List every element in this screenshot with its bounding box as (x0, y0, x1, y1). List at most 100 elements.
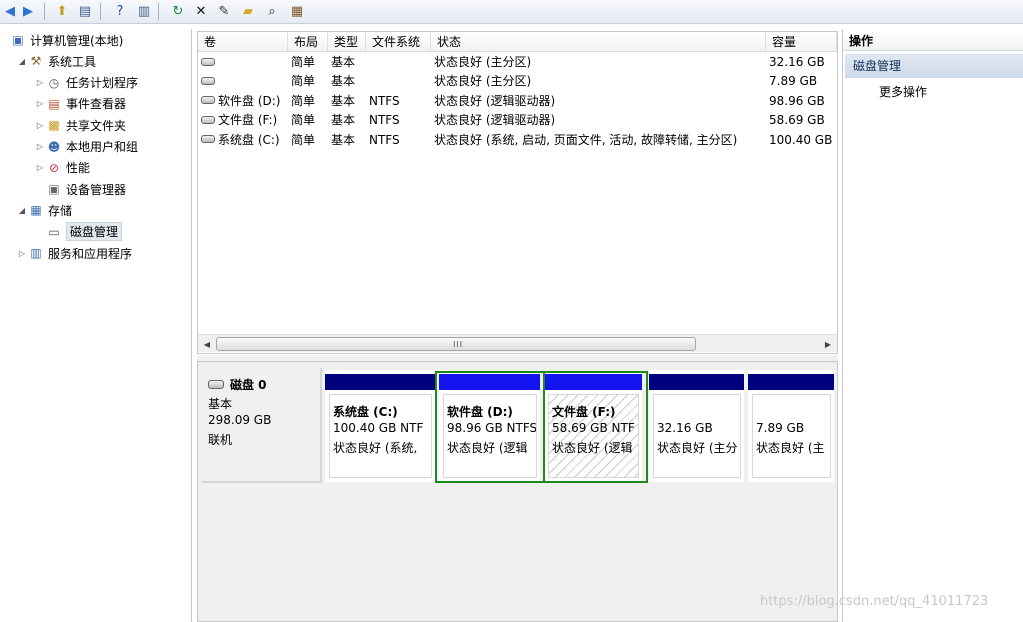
cell-status: 状态良好 (逻辑驱动器) (434, 93, 556, 108)
tree-node-icon: ⊘ (48, 160, 60, 175)
cell-capacity: 32.16 GB (769, 55, 825, 69)
disk-0-state: 联机 (208, 433, 233, 447)
cell-status: 状态良好 (逻辑驱动器) (434, 113, 556, 128)
tree-event-viewer[interactable]: ▷ ▤ 事件查看器 (34, 94, 126, 114)
volume-icon (201, 57, 215, 66)
tree-node-icon: ▣ (12, 33, 24, 47)
cell-layout: 简单 (291, 55, 316, 69)
toolbar-separator (44, 3, 45, 20)
tree-services-apps[interactable]: ▷ ▥ 服务和应用程序 (16, 243, 132, 263)
tree-node-icon: ⚒ (30, 54, 42, 69)
volume-icon (201, 76, 215, 85)
table-row[interactable]: 简单 基本 状态良好 (主分区) 32.16 GB (198, 53, 837, 72)
cell-type: 基本 (331, 113, 356, 128)
cell-capacity: 7.89 GB (769, 74, 818, 89)
tree-device-manager[interactable]: ▣ 设备管理器 (34, 179, 126, 199)
column-header[interactable]: 卷 (198, 32, 288, 52)
partition-color-bar (748, 374, 834, 390)
tree-node-icon: ▥ (30, 246, 42, 260)
disk-0-info[interactable]: 磁盘 0 基本 298.09 GB 联机 (202, 368, 322, 483)
show-hide-action-icon[interactable]: ▥ (134, 2, 154, 21)
column-header[interactable]: 布局 (288, 32, 328, 52)
tree-task-scheduler[interactable]: ▷ ◷ 任务计划程序 (34, 73, 138, 93)
table-row[interactable]: 系统盘 (C:) 简单 基本 NTFS 状态良好 (系统, 启动, 页面文件, 活动, … (198, 131, 837, 150)
partition-size: 32.16 GB (657, 421, 713, 435)
horizontal-scrollbar[interactable]: ◀ III ▶ (198, 334, 837, 352)
column-header[interactable]: 类型 (328, 32, 366, 52)
watermark: https://blog.csdn.net/qq_41011723 (760, 594, 989, 609)
search-icon[interactable]: ⌕ (262, 2, 282, 21)
scroll-right-icon[interactable]: ▶ (819, 335, 837, 353)
tree-expander-icon[interactable]: ▷ (34, 78, 46, 87)
scrollbar-grip: III (453, 340, 464, 349)
refresh-icon[interactable]: ↻ (168, 2, 188, 21)
tree-node-icon: ☻ (47, 139, 61, 154)
volume-name: 系统盘 (C:) (218, 132, 280, 147)
partition-block[interactable]: 系统盘 (C:) 100.40 GB NTF 状态良好 (系统, (325, 370, 435, 482)
tree-node-icon: ▭ (48, 224, 60, 239)
properties-icon[interactable]: ✎ (214, 2, 234, 21)
toolbar-separator (158, 3, 159, 20)
cell-status: 状态良好 (系统, 启动, 页面文件, 活动, 故障转储, 主分区) (434, 132, 738, 147)
help-icon[interactable]: ? (110, 2, 130, 21)
tree-system-tools[interactable]: ◢ ⚒ 系统工具 (16, 51, 96, 71)
disk-0-size: 298.09 GB (208, 413, 272, 427)
tree-expander-icon[interactable]: ▷ (34, 163, 46, 172)
cell-layout: 简单 (291, 113, 316, 128)
volume-name: 软件盘 (D:) (218, 93, 281, 108)
cell-volume: 系统盘 (C:) (198, 131, 288, 150)
partition-block[interactable]: 7.89 GB 状态良好 (主 (748, 370, 834, 482)
tree-node-label: 计算机管理(本地) (30, 33, 124, 48)
actions-pane: 操作 磁盘管理 更多操作 (842, 29, 1023, 622)
partition-body: 7.89 GB 状态良好 (主 (752, 394, 831, 478)
table-row[interactable]: 文件盘 (F:) 简单 基本 NTFS 状态良好 (逻辑驱动器) 58.69 GB (198, 111, 837, 130)
tree-local-users[interactable]: ▷ ☻ 本地用户和组 (34, 137, 138, 157)
tree-expander-icon[interactable]: ▷ (34, 99, 46, 108)
wizard-icon[interactable]: ▦ (287, 2, 307, 21)
column-header[interactable]: 状态 (431, 32, 766, 52)
scroll-left-icon[interactable]: ◀ (198, 335, 216, 353)
volume-list-header: 卷布局 类型 文件系统 状态 容量 (198, 32, 837, 52)
tree-expander-icon[interactable]: ◢ (16, 206, 28, 215)
partition-body: 系统盘 (C:) 100.40 GB NTF 状态良好 (系统, (329, 394, 432, 478)
tree-disk-management[interactable]: ▭ 磁盘管理 (34, 222, 123, 242)
show-hide-tree-icon[interactable]: ▤ (75, 2, 95, 21)
forward-arrow-icon[interactable]: ▶ (18, 2, 38, 21)
tree-root-computer-management[interactable]: ▣ 计算机管理(本地) (0, 30, 123, 50)
column-header[interactable]: 文件系统 (366, 32, 431, 52)
delete-icon[interactable]: ✕ (191, 2, 211, 21)
volume-name: 文件盘 (F:) (218, 113, 278, 128)
tree-expander-icon[interactable]: ▷ (16, 249, 28, 258)
cell-fs (366, 72, 431, 91)
disk-0-name: 磁盘 0 (230, 378, 267, 392)
more-actions-link[interactable]: 更多操作 (879, 82, 927, 102)
cell-layout: 简单 (291, 74, 316, 89)
up-folder-icon[interactable]: ⬆ (52, 2, 72, 21)
back-arrow-icon[interactable]: ◀ (0, 2, 20, 21)
column-header[interactable]: 容量 (766, 32, 837, 52)
cell-volume: 软件盘 (D:) (198, 92, 288, 111)
cell-volume (198, 72, 288, 91)
table-row[interactable]: 简单 基本 状态良好 (主分区) 7.89 GB (198, 72, 837, 91)
table-row[interactable]: 软件盘 (D:) 简单 基本 NTFS 状态良好 (逻辑驱动器) 98.96 GB (198, 92, 837, 111)
volume-list: 卷布局 类型 文件系统 状态 容量 简单 基本 状态良好 (主分区) 32.16 GB 简单 基本… (197, 31, 838, 354)
cell-volume (198, 53, 288, 72)
tree-expander-icon[interactable]: ◢ (16, 57, 28, 66)
cell-type: 基本 (331, 93, 356, 108)
cell-status: 状态良好 (主分区) (434, 55, 532, 69)
open-folder-icon[interactable]: ▰ (238, 2, 258, 21)
tree-expander-icon[interactable]: ▷ (34, 142, 46, 151)
partition-status: 状态良好 (主分 (657, 441, 738, 455)
cell-type: 基本 (331, 74, 356, 89)
tree-shared-folders[interactable]: ▷ ▩ 共享文件夹 (34, 115, 126, 135)
actions-section-disk-management[interactable]: 磁盘管理 (845, 54, 1023, 78)
tree-performance[interactable]: ▷ ⊘ 性能 (34, 158, 90, 178)
cell-volume: 文件盘 (F:) (198, 111, 288, 130)
partition-block[interactable]: 32.16 GB 状态良好 (主分 (649, 370, 744, 482)
tree-storage[interactable]: ◢ ▦ 存储 (16, 200, 72, 220)
scrollbar-thumb[interactable]: III (216, 337, 696, 351)
cell-capacity: 98.96 GB (769, 93, 825, 108)
navigation-tree: ▣ 计算机管理(本地) ◢ ⚒ 系统工具 ▷ ◷ 任务计划程序 ▷ ▤ 事件查看器 ▷ ▩ 共享文件夹 ▷ ☻… (0, 29, 192, 622)
tree-node-icon: ▤ (48, 96, 60, 111)
tree-expander-icon[interactable]: ▷ (34, 121, 46, 130)
